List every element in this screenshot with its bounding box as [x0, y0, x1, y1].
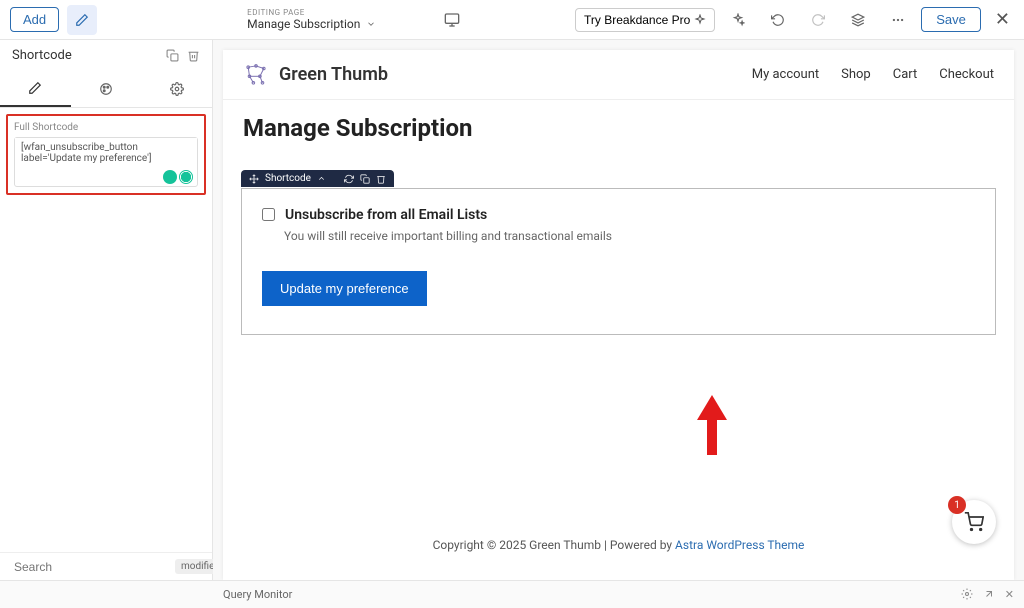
try-pro-button[interactable]: Try Breakdance Pro [575, 8, 715, 32]
ai-icon[interactable] [723, 5, 753, 35]
tab-settings[interactable] [141, 71, 212, 107]
close-icon[interactable]: ✕ [991, 5, 1014, 34]
duplicate-icon[interactable] [166, 49, 179, 62]
element-toolbar: Shortcode [241, 170, 394, 187]
chevron-down-icon [366, 19, 376, 29]
tab-style[interactable] [71, 71, 142, 107]
tab-content[interactable] [0, 71, 71, 107]
move-icon[interactable] [249, 174, 259, 184]
sparkle-icon [694, 14, 706, 26]
preview-pane: Green Thumb My account Shop Cart Checkou… [213, 40, 1024, 580]
cart-fab[interactable]: 1 [952, 500, 996, 544]
site-name: Green Thumb [279, 64, 752, 85]
save-button[interactable]: Save [921, 7, 981, 32]
close-panel-icon[interactable]: ✕ [1005, 588, 1014, 601]
grammarly-pin-icon[interactable] [163, 170, 177, 184]
site-nav: My account Shop Cart Checkout [752, 67, 994, 82]
top-action-icons [723, 5, 913, 35]
panel-title: Shortcode [12, 48, 158, 63]
search-input[interactable] [14, 560, 169, 574]
settings-gear-icon[interactable] [961, 588, 973, 601]
annotation-arrow-icon [697, 395, 727, 455]
nav-my-account[interactable]: My account [752, 67, 819, 82]
more-icon[interactable] [883, 5, 913, 35]
page-name: Manage Subscription [247, 17, 360, 31]
expand-icon[interactable] [983, 588, 995, 601]
site-header: Green Thumb My account Shop Cart Checkou… [223, 50, 1014, 100]
unsubscribe-checkbox[interactable] [262, 208, 275, 221]
refresh-icon[interactable] [344, 174, 354, 184]
update-preference-button[interactable]: Update my preference [262, 271, 427, 306]
element-label: Shortcode [265, 173, 311, 184]
query-monitor-label[interactable]: Query Monitor [223, 588, 292, 601]
editing-page-indicator[interactable]: EDITING PAGE Manage Subscription [247, 8, 407, 31]
layers-icon[interactable] [843, 5, 873, 35]
status-bar: Query Monitor ✕ [0, 580, 1024, 608]
desktop-view-icon[interactable] [437, 5, 467, 35]
unsubscribe-note: You will still receive important billing… [284, 229, 975, 243]
shortcode-field-highlight: Full Shortcode [6, 114, 206, 195]
edit-mode-icon[interactable] [67, 5, 97, 35]
panel-tabs [0, 71, 212, 108]
delete-element-icon[interactable] [376, 174, 386, 184]
collapse-icon[interactable] [317, 174, 326, 183]
site-logo-icon [243, 62, 269, 88]
grammarly-icon[interactable] [179, 170, 193, 184]
editor-top-bar: Add EDITING PAGE Manage Subscription Try… [0, 0, 1024, 40]
nav-cart[interactable]: Cart [893, 67, 918, 82]
duplicate-element-icon[interactable] [360, 174, 370, 184]
editing-label: EDITING PAGE [247, 8, 407, 17]
properties-sidebar: Shortcode Full Shortcode modified [0, 40, 213, 580]
nav-checkout[interactable]: Checkout [939, 67, 994, 82]
cart-icon [964, 512, 984, 532]
grammarly-icons [163, 170, 193, 184]
cart-count-badge: 1 [948, 496, 966, 514]
shortcode-element[interactable]: Unsubscribe from all Email Lists You wil… [241, 188, 996, 335]
footer-theme-link[interactable]: Astra WordPress Theme [675, 538, 804, 552]
page-title: Manage Subscription [223, 100, 1014, 152]
sidebar-footer: modified [0, 552, 212, 580]
site-footer: Copyright © 2025 Green Thumb | Powered b… [223, 538, 1014, 552]
add-button[interactable]: Add [10, 7, 59, 32]
unsubscribe-title: Unsubscribe from all Email Lists [285, 207, 487, 223]
field-label: Full Shortcode [14, 122, 198, 133]
nav-shop[interactable]: Shop [841, 67, 871, 82]
undo-icon[interactable] [763, 5, 793, 35]
delete-icon[interactable] [187, 49, 200, 62]
redo-icon[interactable] [803, 5, 833, 35]
